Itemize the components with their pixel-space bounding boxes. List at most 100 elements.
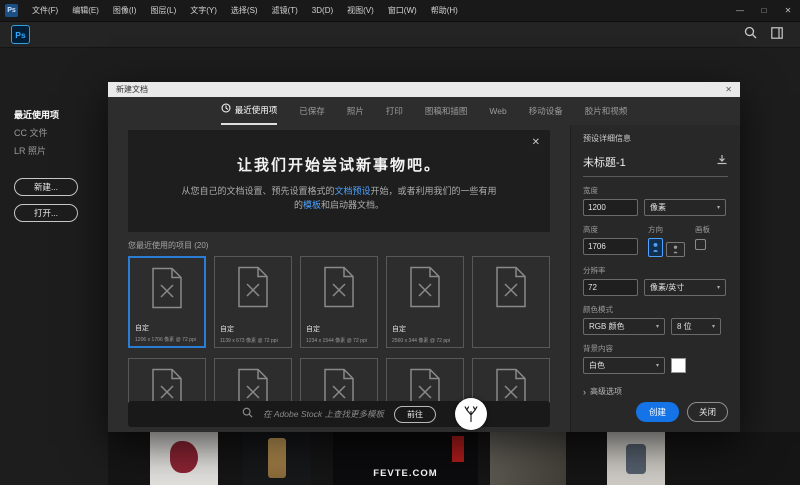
preset-meta: 1234 x 1544 像素 @ 72 ppi bbox=[306, 337, 367, 344]
stock-search-placeholder: 在 Adobe Stock 上查找更多模板 bbox=[263, 408, 384, 420]
maximize-button[interactable]: □ bbox=[752, 0, 776, 22]
document-icon bbox=[494, 266, 528, 308]
close-window-button[interactable]: ✕ bbox=[776, 0, 800, 22]
menu-select[interactable]: 选择(S) bbox=[224, 0, 265, 22]
tab-film-video[interactable]: 胶片和视频 bbox=[585, 97, 628, 125]
menu-window[interactable]: 窗口(W) bbox=[381, 0, 424, 22]
recent-preset-card[interactable] bbox=[300, 358, 378, 406]
banner-text: 的 bbox=[294, 200, 303, 210]
width-unit-select[interactable]: 像素 ▾ bbox=[644, 199, 726, 216]
tab-recent[interactable]: 最近使用项 bbox=[221, 97, 278, 125]
advanced-options-label: 高级选项 bbox=[590, 386, 622, 397]
background-label: 背景内容 bbox=[583, 343, 728, 354]
bit-depth-select[interactable]: 8 位 ▾ bbox=[671, 318, 721, 335]
recent-preset-card[interactable] bbox=[472, 358, 550, 406]
document-icon bbox=[322, 266, 356, 308]
photoshop-home-icon[interactable]: Ps bbox=[11, 25, 30, 44]
dialog-titlebar: 新建文档 ✕ bbox=[108, 82, 740, 97]
new-file-button[interactable]: 新建... bbox=[14, 178, 78, 196]
recent-preset-card[interactable]: 自定 2560 x 344 像素 @ 72 ppi bbox=[386, 256, 464, 348]
chevron-down-icon: ▾ bbox=[712, 323, 715, 330]
menu-filter[interactable]: 滤镜(T) bbox=[265, 0, 305, 22]
menu-type[interactable]: 文字(Y) bbox=[183, 0, 224, 22]
recent-items-header: 您最近使用的项目 (20) bbox=[128, 240, 550, 251]
document-name-field[interactable]: 未标题-1 bbox=[583, 154, 716, 170]
chevron-right-icon: › bbox=[583, 387, 586, 397]
tab-label: 图稿和插图 bbox=[425, 98, 468, 124]
close-button[interactable]: 关闭 bbox=[687, 402, 728, 422]
artboard-checkbox[interactable] bbox=[695, 239, 706, 250]
preset-meta: 2560 x 344 像素 @ 72 ppi bbox=[392, 337, 450, 344]
save-preset-icon[interactable] bbox=[716, 153, 728, 171]
tab-saved[interactable]: 已保存 bbox=[299, 97, 325, 125]
banner-text: 从您自己的文档设置、预先设置格式的 bbox=[181, 186, 334, 196]
tab-label: 打印 bbox=[386, 98, 403, 124]
resolution-unit-select[interactable]: 像素/英寸 ▾ bbox=[644, 279, 726, 296]
recent-file-thumbnail[interactable] bbox=[490, 432, 566, 485]
height-input[interactable] bbox=[583, 238, 638, 255]
recent-preset-card[interactable]: 自定 1234 x 1544 像素 @ 72 ppi bbox=[300, 256, 378, 348]
go-button[interactable]: 前往 bbox=[394, 406, 436, 423]
tab-label: 已保存 bbox=[299, 98, 325, 124]
tab-print[interactable]: 打印 bbox=[386, 97, 403, 125]
resolution-label: 分辨率 bbox=[583, 265, 728, 276]
recent-file-thumbnail[interactable] bbox=[607, 432, 665, 485]
resolution-input[interactable] bbox=[583, 279, 638, 296]
sidebar-item-recent[interactable]: 最近使用项 bbox=[0, 106, 108, 124]
tab-mobile[interactable]: 移动设备 bbox=[529, 97, 563, 125]
menu-edit[interactable]: 编辑(E) bbox=[65, 0, 106, 22]
search-icon[interactable] bbox=[744, 26, 757, 44]
menu-3d[interactable]: 3D(D) bbox=[305, 0, 340, 22]
recent-preset-card[interactable]: 自定 1139 x 673 像素 @ 72 ppi bbox=[214, 256, 292, 348]
background-color-swatch[interactable] bbox=[671, 358, 686, 373]
banner-close-icon[interactable]: ✕ bbox=[532, 137, 540, 148]
sidebar-item-lr-photos[interactable]: LR 照片 bbox=[0, 142, 108, 160]
tab-photo[interactable]: 照片 bbox=[347, 97, 364, 125]
preset-category-tabs: 最近使用项 已保存 照片 打印 图稿和插图 Web 移动设备 胶片和视频 bbox=[108, 97, 740, 125]
width-unit-value: 像素 bbox=[650, 202, 666, 213]
dialog-close-icon[interactable]: ✕ bbox=[725, 82, 732, 97]
color-mode-select[interactable]: RGB 颜色 ▾ bbox=[583, 318, 665, 335]
recent-preset-card[interactable] bbox=[128, 358, 206, 406]
menu-file[interactable]: 文件(F) bbox=[25, 0, 65, 22]
advanced-options-toggle[interactable]: › 高级选项 bbox=[583, 386, 728, 397]
recent-file-thumbnail[interactable] bbox=[243, 432, 311, 485]
fevte-watermark-text: FEVTE.COM bbox=[333, 468, 478, 479]
search-icon bbox=[242, 405, 253, 423]
photoshop-app-window: Ps 文件(F) 编辑(E) 图像(I) 图层(L) 文字(Y) 选择(S) 滤… bbox=[0, 0, 800, 485]
banner-text: 开始，或者利用我们的一些有用 bbox=[371, 186, 497, 196]
document-icon bbox=[408, 266, 442, 308]
tab-art-illustration[interactable]: 图稿和插图 bbox=[425, 97, 468, 125]
workspace-switcher-icon[interactable] bbox=[771, 26, 783, 44]
tab-web[interactable]: Web bbox=[489, 97, 506, 125]
chevron-down-icon: ▾ bbox=[656, 323, 659, 330]
color-mode-label: 颜色模式 bbox=[583, 304, 728, 315]
app-toolbar: Ps bbox=[0, 22, 800, 48]
recent-file-thumbnail[interactable] bbox=[150, 432, 218, 485]
tab-label: 移动设备 bbox=[529, 98, 563, 124]
menu-help[interactable]: 帮助(H) bbox=[424, 0, 465, 22]
sidebar-item-cc-files[interactable]: CC 文件 bbox=[0, 124, 108, 142]
minimize-button[interactable]: — bbox=[728, 0, 752, 22]
width-input[interactable] bbox=[583, 199, 638, 216]
width-label: 宽度 bbox=[583, 185, 728, 196]
recent-preset-card[interactable] bbox=[472, 256, 550, 348]
doc-presets-link[interactable]: 文档预设 bbox=[334, 186, 370, 196]
background-select[interactable]: 白色 ▾ bbox=[583, 357, 665, 374]
clock-icon bbox=[221, 97, 231, 123]
recent-file-thumbnail[interactable]: FEVTE.COM bbox=[333, 432, 478, 485]
portrait-orientation-button[interactable] bbox=[648, 238, 663, 257]
landscape-orientation-button[interactable] bbox=[666, 242, 685, 257]
recent-preset-card[interactable] bbox=[214, 358, 292, 406]
preset-name: 自定 bbox=[306, 324, 320, 334]
menu-image[interactable]: 图像(I) bbox=[106, 0, 144, 22]
menu-layer[interactable]: 图层(L) bbox=[143, 0, 183, 22]
preset-name: 自定 bbox=[220, 324, 234, 334]
menu-view[interactable]: 视图(V) bbox=[340, 0, 381, 22]
templates-link[interactable]: 模板 bbox=[303, 200, 321, 210]
recent-preset-card[interactable]: 自定 1206 x 1706 像素 @ 72 ppi bbox=[128, 256, 206, 348]
create-button[interactable]: 创建 bbox=[636, 402, 679, 422]
recent-preset-card[interactable] bbox=[386, 358, 464, 406]
welcome-banner: ✕ 让我们开始尝试新事物吧。 从您自己的文档设置、预先设置格式的文档预设开始，或… bbox=[128, 130, 550, 232]
open-file-button[interactable]: 打开... bbox=[14, 204, 78, 222]
